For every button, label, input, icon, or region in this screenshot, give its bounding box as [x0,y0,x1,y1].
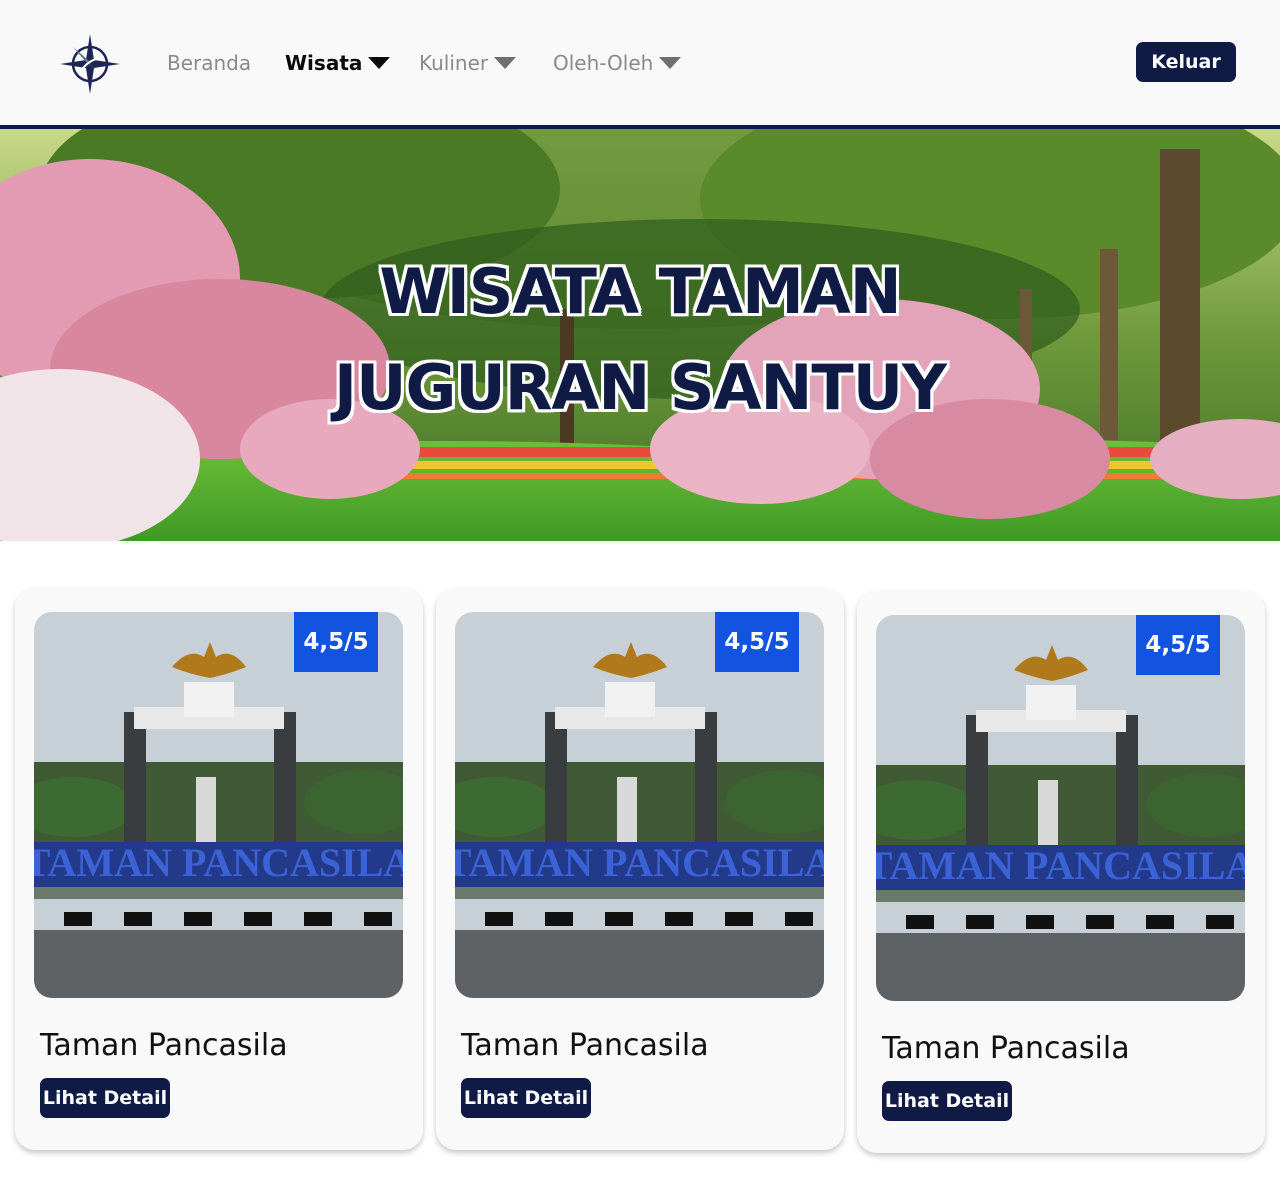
nav-oleh-oleh-label: Oleh-Oleh [553,51,654,75]
nav-kuliner-label: Kuliner [419,51,489,75]
view-detail-button[interactable]: Lihat Detail [40,1078,170,1118]
destination-card: TAMAN PANCASILA 4,5/5 Taman Pancasila Li… [436,588,844,1150]
card-title: Taman Pancasila [461,1028,709,1063]
hero-title-line-1: WISATA TAMAN [379,255,901,328]
nav-wisata-label: Wisata [285,51,363,75]
hero-title: WISATA TAMAN JUGURAN SANTUY [0,244,1280,436]
hero-banner: WISATA TAMAN JUGURAN SANTUY [0,129,1280,541]
destination-card: TAMAN PANCASILA 4,5/5 Taman Pancasila Li… [857,591,1265,1153]
card-image[interactable]: TAMAN PANCASILA 4,5/5 [34,612,403,998]
destination-card: TAMAN PANCASILA 4,5/5 Taman Pancasila Li… [15,588,423,1150]
nav-kuliner[interactable]: Kuliner [419,50,517,76]
card-image[interactable]: TAMAN PANCASILA 4,5/5 [876,615,1245,1001]
caret-down-icon [368,57,391,69]
image-sign-text: TAMAN PANCASILA [34,840,403,885]
rating-badge: 4,5/5 [1136,615,1220,675]
nav-beranda[interactable]: Beranda [167,50,251,76]
top-navbar: Beranda Wisata Kuliner Oleh-Oleh Keluar [0,0,1280,125]
caret-down-icon [659,57,682,69]
image-sign-text: TAMAN PANCASILA [455,840,824,885]
view-detail-button[interactable]: Lihat Detail [882,1081,1012,1121]
hero-title-line-2: JUGURAN SANTUY [334,351,947,424]
nav-wisata[interactable]: Wisata [285,50,391,76]
view-detail-button[interactable]: Lihat Detail [461,1078,591,1118]
rating-badge: 4,5/5 [294,612,378,672]
card-image[interactable]: TAMAN PANCASILA 4,5/5 [455,612,824,998]
rating-badge: 4,5/5 [715,612,799,672]
nav-oleh-oleh[interactable]: Oleh-Oleh [553,50,682,76]
caret-down-icon [494,57,517,69]
nav-beranda-label: Beranda [167,51,252,75]
logout-button[interactable]: Keluar [1136,42,1236,82]
card-title: Taman Pancasila [40,1028,288,1063]
compass-star-icon[interactable] [58,32,122,96]
image-sign-text: TAMAN PANCASILA [876,843,1245,888]
card-title: Taman Pancasila [882,1031,1130,1066]
